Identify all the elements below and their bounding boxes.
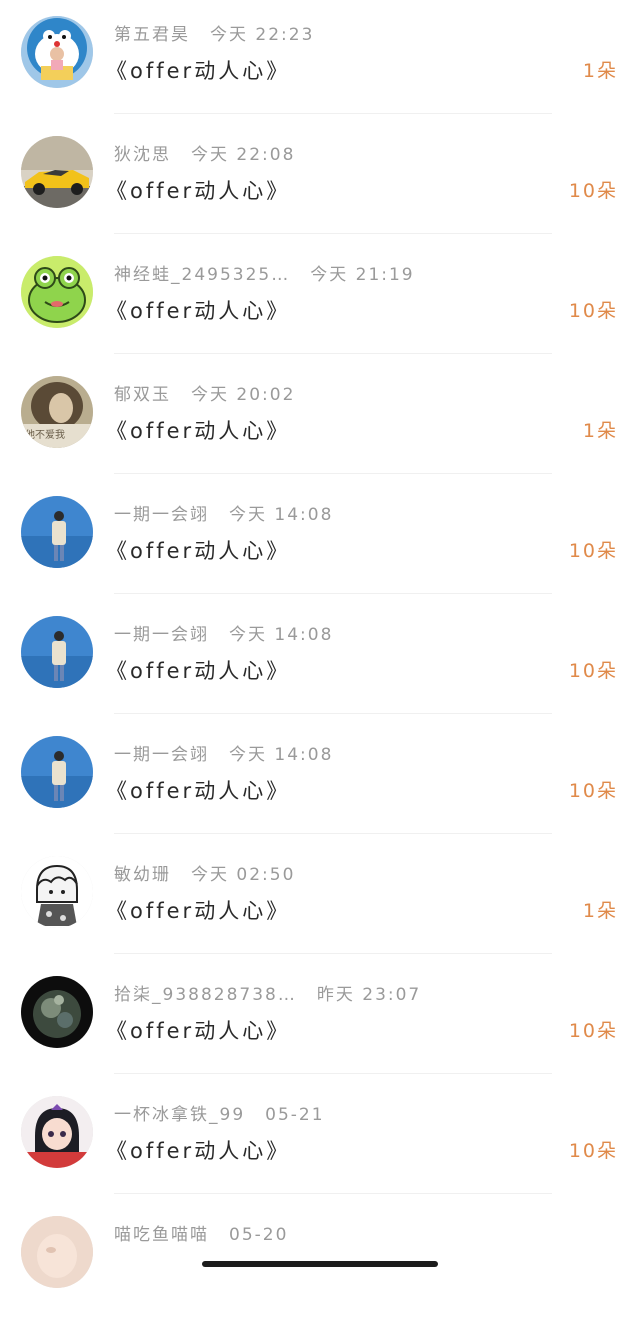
gift-title: 《offer动人心》 <box>106 659 291 683</box>
divider <box>114 833 552 834</box>
avatar[interactable] <box>21 1216 93 1288</box>
pale-photo-avatar-icon <box>21 1216 93 1288</box>
woman-portrait-avatar-icon: 他不爱我 <box>21 376 93 448</box>
user-name[interactable]: 一期一会翊 <box>114 505 209 525</box>
divider <box>114 1193 552 1194</box>
avatar[interactable] <box>21 856 93 928</box>
gift-title: 《offer动人心》 <box>106 779 291 803</box>
gift-title: 《offer动人心》 <box>106 899 291 923</box>
gift-title: 《offer动人心》 <box>106 299 291 323</box>
gift-list: 第五君昊 今天 22:23 《offer动人心》 1朵 狄沈思 今天 22:08 《… <box>0 0 640 1320</box>
gift-title: 《offer动人心》 <box>106 1019 291 1043</box>
row-meta: 神经蛙_2495325… 今天 21:19 <box>114 262 415 288</box>
list-item[interactable]: 一期一会翊 今天 14:08 《offer动人心》 10朵 <box>0 480 640 600</box>
list-item[interactable]: 喵吃鱼喵喵 05-20 <box>0 1200 640 1320</box>
avatar-caption: 他不爱我 <box>25 428 65 441</box>
flower-count: 10朵 <box>568 300 618 322</box>
sea-person-avatar-icon <box>21 496 93 568</box>
timestamp: 今天 02:50 <box>191 865 296 885</box>
timestamp: 今天 22:08 <box>191 145 296 165</box>
flower-count: 10朵 <box>568 1020 618 1042</box>
user-name[interactable]: 拾柒_938828738… <box>114 985 297 1005</box>
list-item[interactable]: 一期一会翊 今天 14:08 《offer动人心》 10朵 <box>0 600 640 720</box>
user-name[interactable]: 神经蛙_2495325… <box>114 265 290 285</box>
list-item[interactable]: 一期一会翊 今天 14:08 《offer动人心》 10朵 <box>0 720 640 840</box>
timestamp: 今天 22:23 <box>210 25 315 45</box>
flower-count: 10朵 <box>568 540 618 562</box>
dark-abstract-avatar-icon <box>21 976 93 1048</box>
row-meta: 第五君昊 今天 22:23 <box>114 22 314 48</box>
row-meta: 拾柒_938828738… 昨天 23:07 <box>114 982 421 1008</box>
green-frog-avatar-icon <box>21 256 93 328</box>
divider <box>114 473 552 474</box>
timestamp: 05-21 <box>265 1105 325 1125</box>
avatar[interactable] <box>21 496 93 568</box>
gift-title: 《offer动人心》 <box>106 1139 291 1163</box>
timestamp: 05-20 <box>229 1225 289 1245</box>
divider <box>114 713 552 714</box>
divider <box>114 113 552 114</box>
user-name[interactable]: 郁双玉 <box>114 385 171 405</box>
sea-person-avatar-icon <box>21 736 93 808</box>
gift-title: 《offer动人心》 <box>106 59 291 83</box>
user-name[interactable]: 一杯冰拿铁_99 <box>114 1105 245 1125</box>
list-item[interactable]: 第五君昊 今天 22:23 《offer动人心》 1朵 <box>0 0 640 120</box>
avatar[interactable] <box>21 16 93 88</box>
divider <box>114 953 552 954</box>
avatar[interactable] <box>21 976 93 1048</box>
flower-count: 10朵 <box>568 660 618 682</box>
divider <box>114 353 552 354</box>
timestamp: 今天 14:08 <box>229 745 334 765</box>
list-item[interactable]: 狄沈思 今天 22:08 《offer动人心》 10朵 <box>0 120 640 240</box>
user-name[interactable]: 敏幼珊 <box>114 865 171 885</box>
divider <box>114 593 552 594</box>
row-meta: 一期一会翊 今天 14:08 <box>114 742 333 768</box>
flower-count: 10朵 <box>568 780 618 802</box>
flower-count: 10朵 <box>568 180 618 202</box>
flower-count: 1朵 <box>582 900 618 922</box>
user-name[interactable]: 一期一会翊 <box>114 625 209 645</box>
user-name[interactable]: 狄沈思 <box>114 145 171 165</box>
sea-person-avatar-icon <box>21 616 93 688</box>
list-item[interactable]: 敏幼珊 今天 02:50 《offer动人心》 1朵 <box>0 840 640 960</box>
row-meta: 喵吃鱼喵喵 05-20 <box>114 1222 288 1248</box>
timestamp: 今天 21:19 <box>310 265 415 285</box>
gift-title: 《offer动人心》 <box>106 179 291 203</box>
anime-girl-avatar-icon <box>21 1096 93 1168</box>
user-name[interactable]: 第五君昊 <box>114 25 190 45</box>
gift-title: 《offer动人心》 <box>106 539 291 563</box>
user-name[interactable]: 喵吃鱼喵喵 <box>114 1225 209 1245</box>
user-name[interactable]: 一期一会翊 <box>114 745 209 765</box>
timestamp: 今天 14:08 <box>229 625 334 645</box>
row-meta: 郁双玉 今天 20:02 <box>114 382 295 408</box>
avatar[interactable] <box>21 256 93 328</box>
yellow-car-avatar-icon <box>21 136 93 208</box>
timestamp: 今天 14:08 <box>229 505 334 525</box>
gift-title: 《offer动人心》 <box>106 419 291 443</box>
timestamp: 今天 20:02 <box>191 385 296 405</box>
sketch-girl-avatar-icon <box>21 856 93 928</box>
divider <box>114 1073 552 1074</box>
flower-count: 1朵 <box>582 60 618 82</box>
list-item[interactable]: 神经蛙_2495325… 今天 21:19 《offer动人心》 10朵 <box>0 240 640 360</box>
list-item[interactable]: 一杯冰拿铁_99 05-21 《offer动人心》 10朵 <box>0 1080 640 1200</box>
row-meta: 敏幼珊 今天 02:50 <box>114 862 295 888</box>
list-item[interactable]: 拾柒_938828738… 昨天 23:07 《offer动人心》 10朵 <box>0 960 640 1080</box>
row-meta: 一期一会翊 今天 14:08 <box>114 502 333 528</box>
flower-count: 1朵 <box>582 420 618 442</box>
row-meta: 一杯冰拿铁_99 05-21 <box>114 1102 325 1128</box>
divider <box>114 233 552 234</box>
doraemon-girl-avatar-icon <box>21 16 93 88</box>
avatar[interactable] <box>21 616 93 688</box>
avatar[interactable] <box>21 1096 93 1168</box>
avatar[interactable]: 他不爱我 <box>21 376 93 448</box>
avatar[interactable] <box>21 136 93 208</box>
row-meta: 一期一会翊 今天 14:08 <box>114 622 333 648</box>
home-indicator[interactable] <box>202 1261 438 1267</box>
timestamp: 昨天 23:07 <box>316 985 422 1005</box>
row-meta: 狄沈思 今天 22:08 <box>114 142 295 168</box>
list-item[interactable]: 他不爱我 郁双玉 今天 20:02 《offer动人心》 1朵 <box>0 360 640 480</box>
flower-count: 10朵 <box>568 1140 618 1162</box>
avatar[interactable] <box>21 736 93 808</box>
